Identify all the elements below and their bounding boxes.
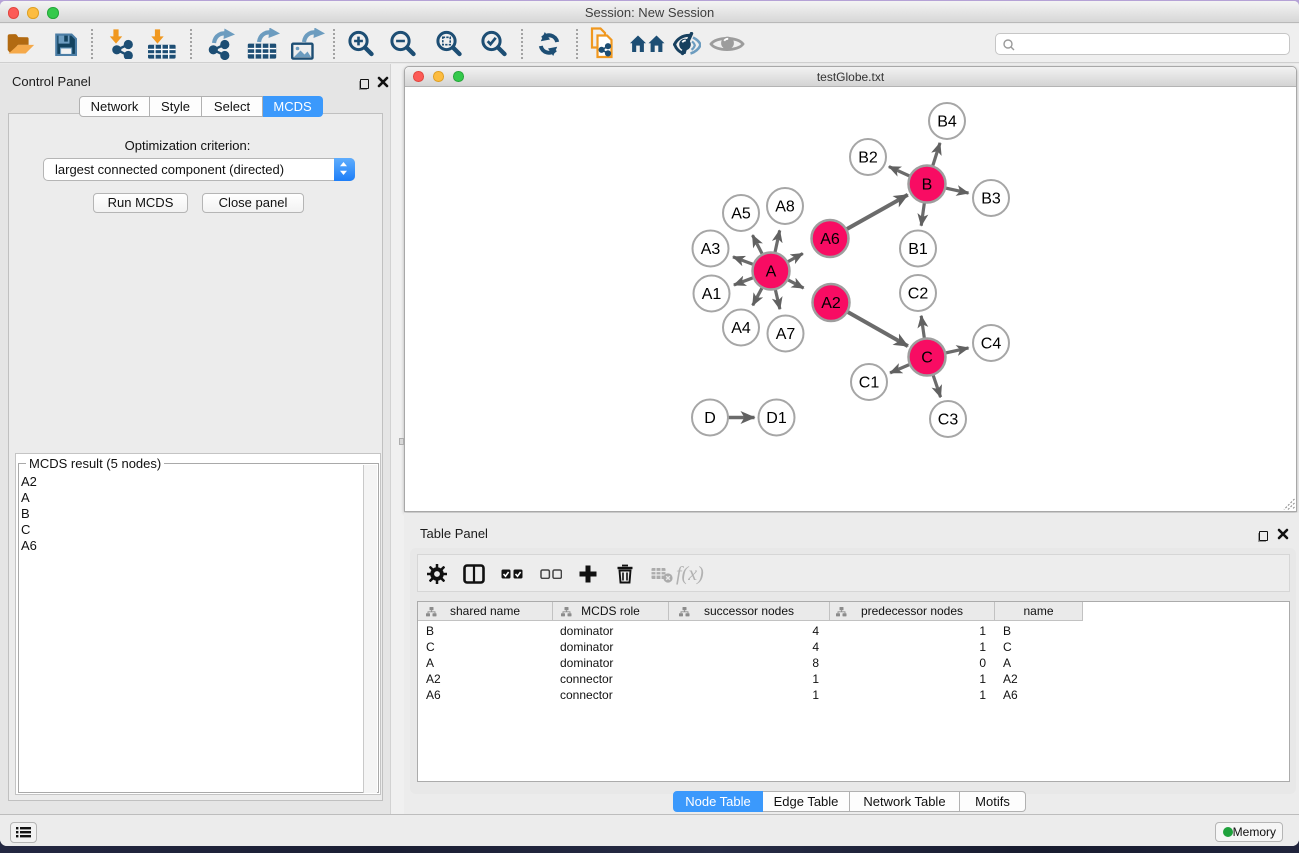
svg-text:C: C: [921, 350, 933, 367]
svg-text:D: D: [704, 410, 716, 427]
svg-text:A3: A3: [701, 241, 721, 258]
svg-text:B1: B1: [908, 241, 928, 258]
svg-text:D1: D1: [766, 410, 787, 427]
svg-text:B: B: [922, 177, 933, 194]
svg-text:A1: A1: [702, 286, 722, 303]
svg-text:C4: C4: [981, 336, 1002, 353]
svg-text:A5: A5: [731, 206, 751, 223]
svg-text:A8: A8: [775, 199, 795, 216]
svg-text:C2: C2: [908, 286, 929, 303]
svg-text:A: A: [766, 264, 777, 281]
svg-text:B4: B4: [937, 114, 957, 131]
svg-text:A7: A7: [776, 326, 796, 343]
svg-text:A6: A6: [820, 231, 840, 248]
svg-text:B3: B3: [981, 191, 1001, 208]
svg-text:B2: B2: [858, 150, 878, 167]
svg-text:C3: C3: [938, 412, 959, 429]
svg-text:A2: A2: [821, 295, 841, 312]
svg-text:C1: C1: [859, 375, 880, 392]
svg-text:A4: A4: [731, 320, 751, 337]
